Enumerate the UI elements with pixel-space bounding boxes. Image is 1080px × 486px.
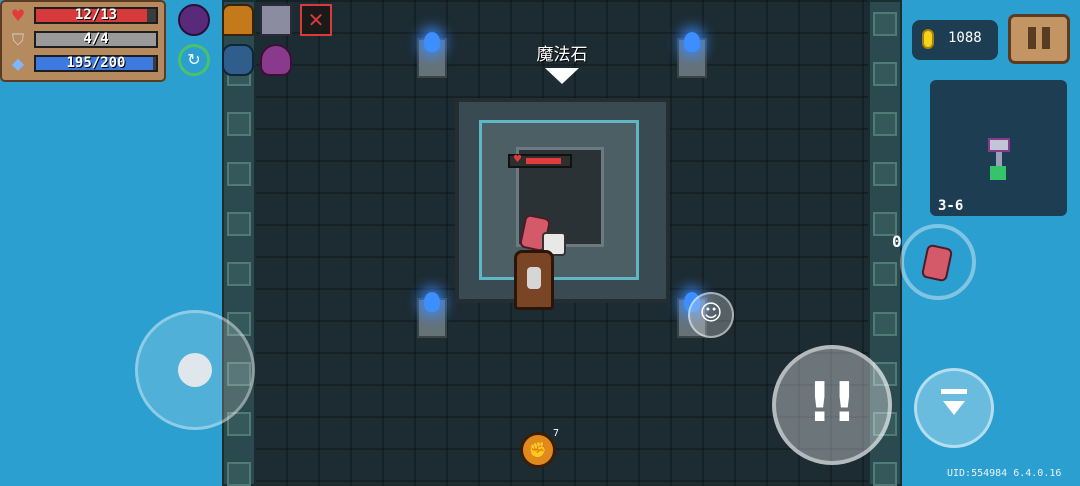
diamond-icon: ◆ xyxy=(11,54,25,73)
weapon-swap-count: 0 xyxy=(892,232,902,251)
coin-icon xyxy=(922,29,934,49)
magic-stone-altar[interactable] xyxy=(455,98,670,303)
torch-top-left xyxy=(417,32,447,78)
movement-joystick[interactable] xyxy=(135,310,255,430)
heart-icon: ♥ xyxy=(10,6,26,25)
armor-knight-icon xyxy=(222,4,254,36)
coin-counter: 1088 xyxy=(912,20,998,60)
bomb-count: 7 xyxy=(553,428,560,439)
blue-flame-icon xyxy=(684,32,700,52)
torch-bottom-left xyxy=(417,292,447,338)
minimap-room xyxy=(988,138,1010,152)
energy-bar: 195/200 xyxy=(34,55,158,72)
blue-flame-icon xyxy=(424,32,440,52)
health-text: 12/13 xyxy=(74,7,118,23)
ghost-buff-icon xyxy=(222,44,254,76)
energy-row: ◆ 195/200 xyxy=(8,54,160,74)
blue-flame-icon xyxy=(424,292,440,312)
armor-text: 4/4 xyxy=(83,31,109,47)
octopus-buff-icon xyxy=(260,44,292,76)
smiley-icon: ☺ xyxy=(699,301,723,326)
bomb-item-icon[interactable]: ✊ xyxy=(520,432,556,468)
level-indicator: 3-6 xyxy=(938,198,964,214)
health-row: ♥ 12/13 xyxy=(8,6,160,26)
pause-button[interactable] xyxy=(1008,14,1070,64)
pause-icon xyxy=(1028,27,1036,49)
minimap-current-room xyxy=(990,166,1006,180)
minimap[interactable] xyxy=(930,80,1067,216)
demon-helmet-icon xyxy=(178,4,210,36)
skill-bar-icon xyxy=(941,389,967,394)
coin-count: 1088 xyxy=(948,30,982,46)
skill-button[interactable] xyxy=(914,368,994,448)
fist-icon: ✊ xyxy=(528,441,548,459)
armor-bar: 4/4 xyxy=(34,31,158,48)
torch-top-right xyxy=(677,32,707,78)
down-arrow-icon xyxy=(943,401,965,415)
joystick-knob[interactable] xyxy=(178,353,212,387)
player-mouth xyxy=(527,267,541,289)
armor-row: ⛉ 4/4 xyxy=(8,30,160,50)
heart-icon: ♥ xyxy=(513,154,522,165)
magic-stone-weapon-icon xyxy=(920,243,954,283)
uid-version: UID:554984 6.4.0.16 xyxy=(947,468,1062,479)
health-bar: 12/13 xyxy=(34,7,158,24)
spin-buff-icon: ↻ xyxy=(178,44,210,76)
boss-health-fill xyxy=(526,158,562,164)
player-stats-panel: ♥ 12/13 ⛉ 4/4 ◆ 195/200 xyxy=(0,0,166,82)
cancelled-buff-icon: ✕ xyxy=(300,4,332,36)
altar-label: 魔法石 xyxy=(536,45,588,65)
player-character xyxy=(514,250,554,310)
shield-icon: ⛉ xyxy=(11,30,24,49)
down-arrow-icon xyxy=(545,68,579,84)
attack-button[interactable]: !! xyxy=(772,345,892,465)
altar-platform xyxy=(479,120,639,280)
energy-text: 195/200 xyxy=(66,55,126,71)
skeleton-buff-icon xyxy=(260,4,292,36)
weapon-swap-button[interactable]: 0 xyxy=(892,224,976,300)
attack-icon: !! xyxy=(807,371,857,434)
pause-icon-bar xyxy=(1042,27,1050,49)
boss-health-bar: ♥ xyxy=(508,154,572,168)
emote-button[interactable]: ☺ xyxy=(688,292,734,338)
